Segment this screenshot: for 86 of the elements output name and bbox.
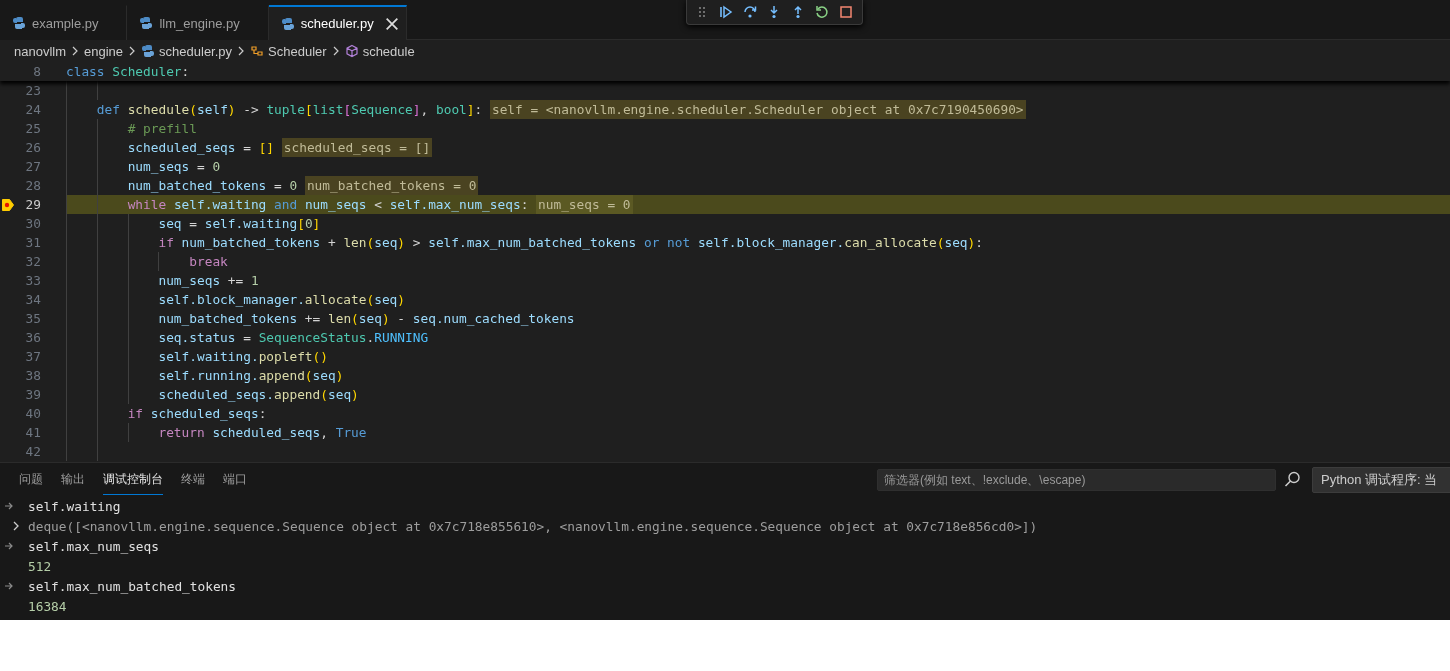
code-line: scheduled_seqs = [] (127, 139, 275, 157)
code-line: class Scheduler: (66, 63, 190, 81)
console-text: self.max_num_seqs (28, 538, 159, 554)
cube-icon (344, 44, 359, 58)
console-text: self.waiting (28, 498, 121, 514)
line-number: 26 (25, 139, 41, 157)
restart-icon[interactable] (815, 5, 829, 19)
console-text: deque([<nanovllm.engine.sequence.Sequence object at 0x7c718e855610>, <nanovllm.engine.sequence.Sequence object at 0x7c718e856cd0>]) (28, 518, 1038, 534)
editor-tab[interactable]: scheduler.py (268, 5, 407, 40)
inline-value: num_batched_tokens = 0 (304, 176, 479, 195)
panel-tab[interactable]: 终端 (172, 463, 214, 496)
line-number: 23 (25, 82, 41, 100)
breadcrumb-item[interactable]: nanovllm (14, 43, 67, 59)
code-line: break (189, 253, 228, 271)
close-icon[interactable] (383, 15, 400, 32)
code-line: self.running.append(seq) (158, 367, 344, 385)
code-line: return scheduled_seqs, True (158, 424, 367, 442)
python-file-icon (141, 44, 156, 58)
search-icon[interactable] (1284, 471, 1301, 488)
code-line: # prefill (127, 120, 197, 138)
step-over-icon[interactable] (743, 5, 757, 19)
indent-guide (96, 81, 98, 100)
editor-tab[interactable]: llm_engine.py (127, 5, 269, 40)
code-line: self.waiting.popleft() (158, 348, 328, 366)
line-number: 35 (25, 310, 41, 328)
python-file-icon (12, 16, 26, 30)
code-line: while self.waiting and num_seqs < self.max_num_seqs: (127, 196, 529, 214)
line-number: 36 (25, 329, 41, 347)
code-line: seq.status = SequenceStatus.RUNNING (158, 329, 429, 347)
line-number: 30 (25, 215, 41, 233)
indent-guide (127, 423, 129, 442)
code-line: if scheduled_seqs: (127, 405, 267, 423)
panel-tab[interactable]: 调试控制台 (94, 463, 172, 496)
line-number: 37 (25, 348, 41, 366)
line-number: 8 (33, 63, 41, 81)
code-line: num_batched_tokens += len(seq) - seq.num_cached_tokens (158, 310, 575, 328)
continue-icon[interactable] (719, 5, 733, 19)
inline-value: scheduled_seqs = [] (281, 138, 433, 157)
code-line: def schedule(self) -> tuple[list[Sequence], bool]: (96, 101, 483, 119)
class-icon (250, 44, 265, 58)
console-text: 16384 (28, 598, 67, 614)
line-number: 25 (25, 120, 41, 138)
line-number: 24 (25, 101, 41, 119)
line-number: 27 (25, 158, 41, 176)
line-number: 33 (25, 272, 41, 290)
line-number: 31 (25, 234, 41, 252)
code-line: seq = self.waiting[0] (158, 215, 321, 233)
panel-tab[interactable]: 问题 (10, 463, 52, 496)
panel-tab[interactable]: 端口 (214, 463, 256, 496)
panel-tab[interactable]: 输出 (52, 463, 94, 496)
console-text: self.max_num_batched_tokens (28, 578, 237, 594)
line-number: 41 (25, 424, 41, 442)
line-number: 40 (25, 405, 41, 423)
line-number: 32 (25, 253, 41, 271)
arrow-right-icon (4, 541, 14, 551)
breadcrumb-item[interactable]: scheduler.py (159, 43, 233, 59)
python-file-icon (280, 16, 295, 31)
line-number: 42 (25, 443, 41, 461)
arrow-right-icon (4, 501, 14, 511)
line-number: 38 (25, 367, 41, 385)
line-number: 34 (25, 291, 41, 309)
filter-field[interactable]: 筛选器(例如 text、!exclude、\escape) (877, 468, 1276, 491)
breadcrumb-item[interactable]: engine (84, 43, 124, 59)
inline-value: self = <nanovllm.engine.scheduler.Scheduler object at 0x7c7190450690> (489, 100, 1026, 119)
chevron-right-icon[interactable] (11, 521, 21, 531)
breadcrumb-item[interactable]: schedule (362, 43, 415, 59)
step-into-icon[interactable] (767, 5, 781, 19)
line-number: 28 (25, 177, 41, 195)
python-file-icon (139, 16, 154, 30)
code-line: scheduled_seqs.append(seq) (158, 386, 359, 404)
indent-guide (158, 252, 160, 271)
editor-tab[interactable]: example.py (0, 5, 128, 40)
line-number: 39 (25, 386, 41, 404)
line-number: 29 (25, 196, 41, 214)
code-line: self.block_manager.allocate(seq) (158, 291, 406, 309)
code-line: num_seqs += 1 (158, 272, 259, 290)
code-line: num_seqs = 0 (127, 158, 221, 176)
code-line: num_batched_tokens = 0 (127, 177, 298, 195)
breadcrumb-item[interactable]: Scheduler (268, 43, 327, 59)
console-text: 512 (28, 558, 52, 574)
arrow-right-icon (4, 581, 14, 591)
inline-value: num_seqs = 0 (536, 195, 633, 214)
stop-icon[interactable] (839, 5, 853, 19)
code-line: if num_batched_tokens + len(seq) > self.max_num_batched_tokens or not self.block_manager.can_allocate(seq): (158, 234, 983, 252)
debug-session-dropdown[interactable]: Python 调试程序: 当 (1312, 466, 1450, 493)
breakpoint-arrow-icon (1, 198, 15, 212)
